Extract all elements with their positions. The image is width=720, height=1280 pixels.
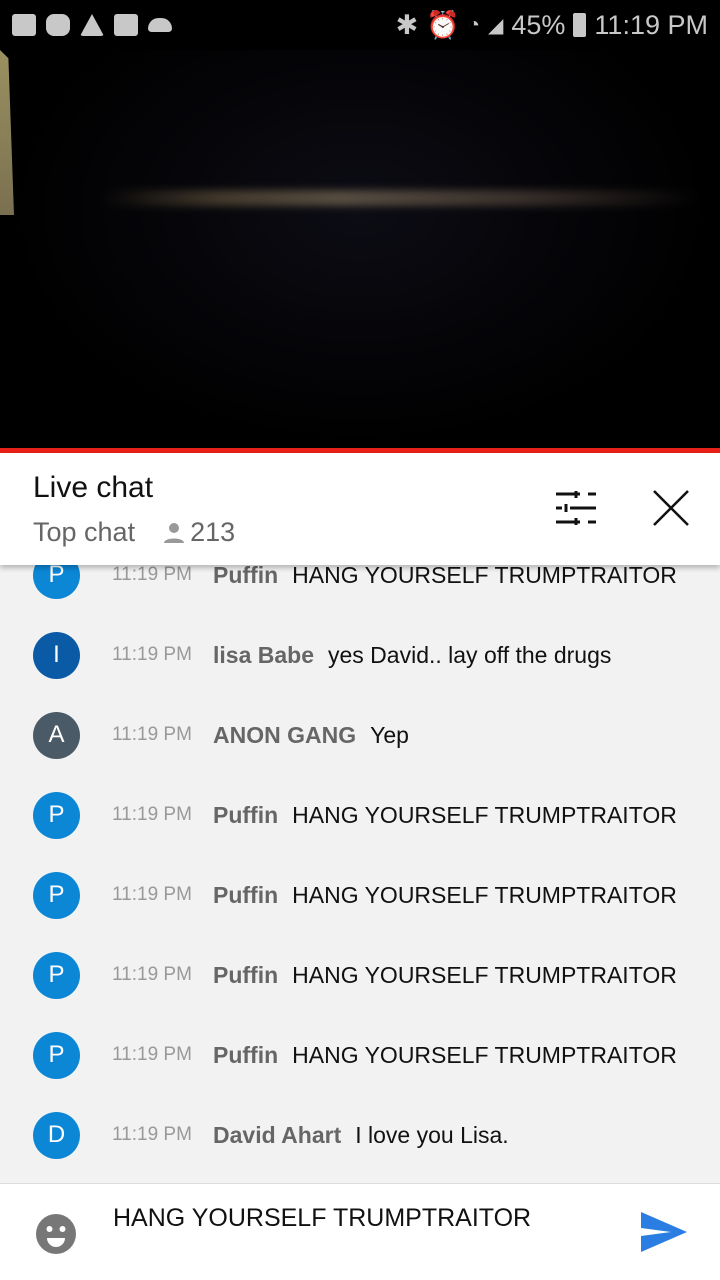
chat-message[interactable]: P 11:19 PM Puffin HANG YOURSELF TRUMPTRAI… xyxy=(0,855,720,935)
message-text: HANG YOURSELF TRUMPTRAITOR xyxy=(292,961,677,988)
message-author[interactable]: Puffin xyxy=(213,1042,278,1068)
message-author[interactable]: lisa Babe xyxy=(213,642,314,668)
message-time: 11:19 PM xyxy=(112,1124,192,1145)
chat-message[interactable]: I 11:19 PM lisa Babe yes David.. lay off … xyxy=(0,615,720,695)
m-app-icon xyxy=(46,14,70,36)
emoji-icon[interactable] xyxy=(36,1214,76,1254)
page-title: Live chat xyxy=(33,471,154,504)
warning-icon xyxy=(80,14,104,36)
avatar[interactable]: P xyxy=(33,791,80,839)
message-text: I love you Lisa. xyxy=(355,1121,509,1148)
message-text: HANG YOURSELF TRUMPTRAITOR xyxy=(292,1041,677,1068)
alarm-icon: ⏰ xyxy=(426,10,460,40)
wifi-icon: ◔ xyxy=(467,13,480,36)
chat-input[interactable]: HANG YOURSELF TRUMPTRAITOR xyxy=(113,1202,593,1235)
message-time: 11:19 PM xyxy=(112,724,192,745)
message-time: 11:19 PM xyxy=(112,564,192,585)
message-author[interactable]: David Ahart xyxy=(213,1122,341,1148)
viewer-count-value: 213 xyxy=(190,517,236,547)
chat-message[interactable]: D 11:19 PM David Ahart I love you Lisa. xyxy=(0,1095,720,1175)
send-icon[interactable] xyxy=(641,1212,687,1252)
avatar[interactable]: I xyxy=(33,631,80,679)
message-text: HANG YOURSELF TRUMPTRAITOR xyxy=(292,801,677,828)
avatar[interactable]: A xyxy=(33,711,80,759)
chat-message[interactable]: P 11:19 PM Puffin HANG YOURSELF TRUMPTRAI… xyxy=(0,935,720,1015)
chat-message[interactable]: P 11:19 PM Puffin HANG YOURSELF TRUMPTRAI… xyxy=(0,1015,720,1095)
folder-icon xyxy=(12,14,36,36)
video-player[interactable] xyxy=(0,50,720,450)
battery-level: 45% xyxy=(511,9,566,40)
signal-icon: ◢ xyxy=(487,14,504,37)
message-time: 11:19 PM xyxy=(112,964,192,985)
avatar[interactable]: P xyxy=(33,951,80,999)
image-icon xyxy=(114,14,138,36)
chat-message[interactable]: A 11:19 PM ANON GANG Yep xyxy=(0,695,720,775)
chat-mode-selector[interactable]: Top chat xyxy=(33,517,135,548)
message-author[interactable]: Puffin xyxy=(213,562,278,588)
cloud-icon xyxy=(148,18,172,32)
message-author[interactable]: ANON GANG xyxy=(213,722,356,748)
message-time: 11:19 PM xyxy=(112,1044,192,1065)
message-time: 11:19 PM xyxy=(112,804,192,825)
video-monument xyxy=(0,50,14,215)
avatar[interactable]: D xyxy=(33,1111,80,1159)
message-author[interactable]: Puffin xyxy=(213,882,278,908)
message-text: yes David.. lay off the drugs xyxy=(328,641,612,668)
video-city-lights xyxy=(100,190,700,206)
status-bar: ✱ ⏰ ◔ ◢ 45% 11:19 PM xyxy=(0,0,720,50)
chat-input-bar: HANG YOURSELF TRUMPTRAITOR xyxy=(0,1183,720,1280)
person-icon xyxy=(164,522,185,543)
bluetooth-icon: ✱ xyxy=(395,9,419,40)
filter-settings-icon[interactable] xyxy=(556,491,596,525)
message-text: Yep xyxy=(370,721,409,748)
chat-message[interactable]: P 11:19 PM Puffin HANG YOURSELF TRUMPTRAI… xyxy=(0,775,720,855)
clock: 11:19 PM xyxy=(594,9,708,40)
viewer-count: 213 xyxy=(163,517,235,548)
avatar[interactable]: P xyxy=(33,1031,80,1079)
close-icon[interactable] xyxy=(652,489,690,527)
battery-icon xyxy=(573,13,587,37)
live-chat-header: Live chat Top chat 213 xyxy=(0,453,720,565)
message-author[interactable]: Puffin xyxy=(213,802,278,828)
chat-messages[interactable]: P 11:19 PM Puffin HANG YOURSELF TRUMPTRAI… xyxy=(0,535,720,1185)
message-time: 11:19 PM xyxy=(112,644,192,665)
message-author[interactable]: Puffin xyxy=(213,962,278,988)
avatar[interactable]: P xyxy=(33,871,80,919)
message-text: HANG YOURSELF TRUMPTRAITOR xyxy=(292,561,677,588)
message-time: 11:19 PM xyxy=(112,884,192,905)
message-text: HANG YOURSELF TRUMPTRAITOR xyxy=(292,881,677,908)
